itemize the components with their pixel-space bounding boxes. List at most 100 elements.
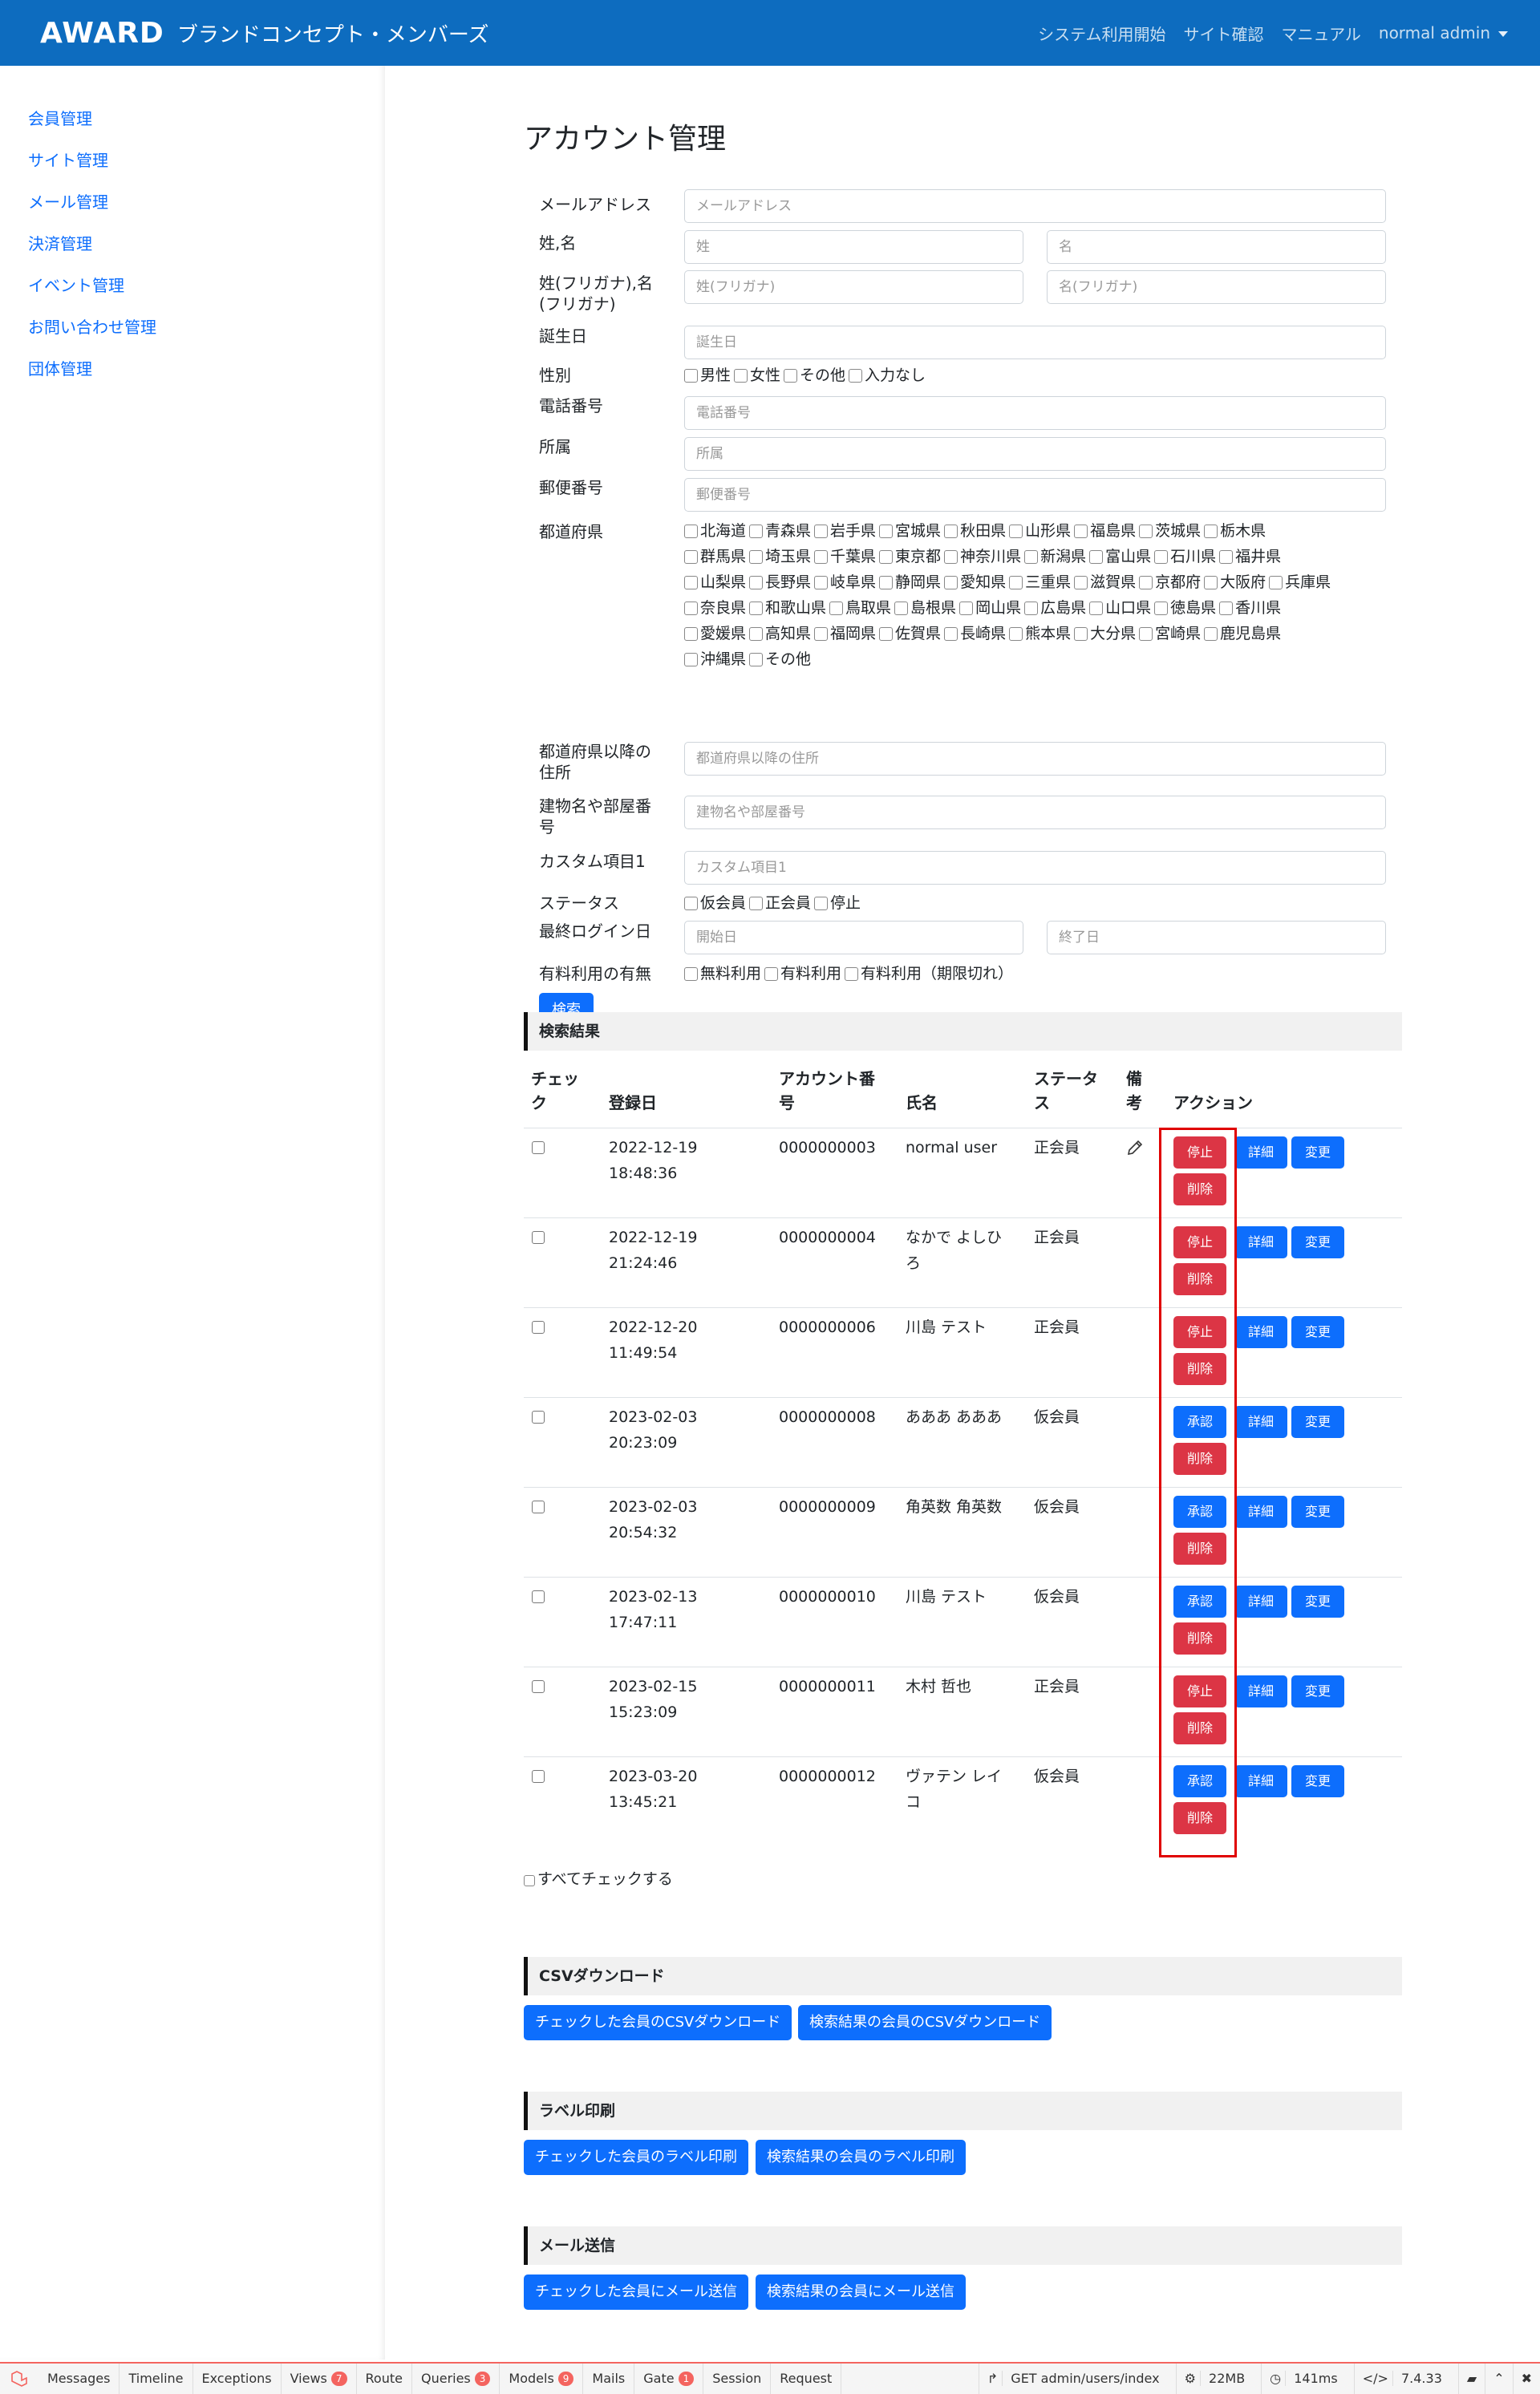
checkbox[interactable] bbox=[814, 576, 829, 589]
nav-link-system-start[interactable]: システム利用開始 bbox=[1038, 22, 1165, 45]
detail-button[interactable]: 詳細 bbox=[1234, 1406, 1287, 1438]
checkbox[interactable] bbox=[749, 653, 764, 666]
close-icon[interactable]: ✖ bbox=[1512, 2364, 1540, 2394]
change-button[interactable]: 変更 bbox=[1291, 1765, 1344, 1797]
change-button[interactable]: 変更 bbox=[1291, 1586, 1344, 1618]
sidebar-item-payments[interactable]: 決済管理 bbox=[0, 223, 385, 265]
building-input[interactable]: 建物名や部屋番号 bbox=[684, 796, 1386, 829]
prefecture-option[interactable]: 和歌山県 bbox=[749, 599, 826, 617]
checkbox[interactable] bbox=[1269, 576, 1283, 589]
checkbox[interactable] bbox=[944, 525, 958, 538]
prefecture-option[interactable]: 京都府 bbox=[1139, 573, 1201, 591]
prefecture-option[interactable]: 島根県 bbox=[894, 599, 956, 617]
debug-tab-mails[interactable]: Mails bbox=[583, 2364, 635, 2394]
prefecture-option[interactable]: 佐賀県 bbox=[879, 625, 941, 642]
checkbox[interactable] bbox=[1154, 550, 1169, 564]
change-button[interactable]: 変更 bbox=[1291, 1496, 1344, 1528]
zip-input[interactable]: 郵便番号 bbox=[684, 478, 1386, 512]
brand-logo[interactable]: AWARD bbox=[40, 17, 164, 50]
checkbox[interactable] bbox=[944, 550, 958, 564]
row-checkbox[interactable] bbox=[532, 1411, 545, 1424]
checkbox[interactable] bbox=[879, 525, 894, 538]
csv-download-checked-button[interactable]: チェックした会員のCSVダウンロード bbox=[524, 2005, 792, 2040]
csv-download-results-button[interactable]: 検索結果の会員のCSVダウンロード bbox=[798, 2005, 1052, 2040]
prefecture-option[interactable]: 岐阜県 bbox=[814, 573, 876, 591]
checkbox[interactable] bbox=[944, 627, 958, 641]
checkbox[interactable] bbox=[784, 369, 798, 383]
checkbox[interactable] bbox=[684, 627, 698, 641]
change-button[interactable]: 変更 bbox=[1291, 1406, 1344, 1438]
checkbox[interactable] bbox=[684, 525, 698, 538]
address-input[interactable]: 都道府県以降の住所 bbox=[684, 742, 1386, 776]
phone-input[interactable]: 電話番号 bbox=[684, 396, 1386, 430]
prefecture-option[interactable]: 福島県 bbox=[1074, 522, 1136, 540]
prefecture-option[interactable]: 熊本県 bbox=[1009, 625, 1071, 642]
detail-button[interactable]: 詳細 bbox=[1234, 1226, 1287, 1258]
sidebar-item-members[interactable]: 会員管理 bbox=[0, 98, 385, 140]
checkbox[interactable] bbox=[1074, 576, 1088, 589]
checkbox[interactable] bbox=[879, 627, 894, 641]
row-checkbox[interactable] bbox=[532, 1321, 545, 1334]
checkbox[interactable] bbox=[879, 576, 894, 589]
prefecture-option[interactable]: 富山県 bbox=[1089, 548, 1151, 565]
checkbox[interactable] bbox=[814, 525, 829, 538]
checkbox[interactable] bbox=[944, 576, 958, 589]
affiliation-input[interactable]: 所属 bbox=[684, 437, 1386, 471]
checkbox[interactable] bbox=[814, 550, 829, 564]
prefecture-option[interactable]: 兵庫県 bbox=[1269, 573, 1331, 591]
checkbox[interactable] bbox=[1009, 525, 1023, 538]
checkbox[interactable] bbox=[749, 576, 764, 589]
nav-link-site-check[interactable]: サイト確認 bbox=[1183, 22, 1263, 45]
prefecture-option[interactable]: 愛媛県 bbox=[684, 625, 746, 642]
gender-option-3[interactable]: 入力なし bbox=[849, 367, 926, 384]
checkbox[interactable] bbox=[749, 525, 764, 538]
email-input[interactable]: メールアドレス bbox=[684, 189, 1386, 223]
prefecture-option[interactable]: 北海道 bbox=[684, 522, 746, 540]
custom-field-input[interactable]: カスタム項目1 bbox=[684, 851, 1386, 885]
prefecture-option[interactable]: 高知県 bbox=[749, 625, 811, 642]
checkbox[interactable] bbox=[684, 576, 698, 589]
prefecture-option[interactable]: 福井県 bbox=[1219, 548, 1281, 565]
prefecture-option[interactable]: 岩手県 bbox=[814, 522, 876, 540]
debug-tab-timeline[interactable]: Timeline bbox=[120, 2364, 193, 2394]
prefecture-option[interactable]: 宮崎県 bbox=[1139, 625, 1201, 642]
status-option-0[interactable]: 仮会員 bbox=[684, 894, 746, 912]
check-all-checkbox[interactable] bbox=[524, 1875, 535, 1886]
checkbox[interactable] bbox=[749, 550, 764, 564]
change-button[interactable]: 変更 bbox=[1291, 1226, 1344, 1258]
sidebar-item-inquiries[interactable]: お問い合わせ管理 bbox=[0, 306, 385, 348]
prefecture-option[interactable]: 千葉県 bbox=[814, 548, 876, 565]
checkbox[interactable] bbox=[814, 897, 829, 910]
prefecture-option[interactable]: 徳島県 bbox=[1154, 599, 1216, 617]
checkbox[interactable] bbox=[1204, 576, 1218, 589]
prefecture-option[interactable]: 新潟県 bbox=[1024, 548, 1086, 565]
checkbox[interactable] bbox=[1074, 627, 1088, 641]
row-checkbox[interactable] bbox=[532, 1501, 545, 1513]
row-checkbox[interactable] bbox=[532, 1770, 545, 1783]
prefecture-option[interactable]: 滋賀県 bbox=[1074, 573, 1136, 591]
checkbox[interactable] bbox=[1074, 525, 1088, 538]
prefecture-option[interactable]: 秋田県 bbox=[944, 522, 1006, 540]
prefecture-option[interactable]: 栃木県 bbox=[1204, 522, 1266, 540]
paid-option-1[interactable]: 有料利用 bbox=[764, 965, 841, 982]
sidebar-item-sites[interactable]: サイト管理 bbox=[0, 140, 385, 181]
nav-link-manual[interactable]: マニュアル bbox=[1281, 22, 1360, 45]
prefecture-option[interactable]: 山形県 bbox=[1009, 522, 1071, 540]
checkbox[interactable] bbox=[1089, 550, 1104, 564]
gender-option-0[interactable]: 男性 bbox=[684, 367, 731, 384]
checkbox[interactable] bbox=[684, 550, 698, 564]
checkbox[interactable] bbox=[1139, 525, 1153, 538]
check-all[interactable]: すべてチェックする bbox=[524, 1867, 673, 1889]
checkbox[interactable] bbox=[879, 550, 894, 564]
prefecture-option[interactable]: 沖縄県 bbox=[684, 650, 746, 668]
birthday-input[interactable]: 誕生日 bbox=[684, 326, 1386, 359]
prefecture-option[interactable]: 茨城県 bbox=[1139, 522, 1201, 540]
prefecture-option[interactable]: その他 bbox=[749, 650, 811, 668]
prefecture-option[interactable]: 山口県 bbox=[1089, 599, 1151, 617]
debug-tab-models[interactable]: Models 9 bbox=[500, 2364, 584, 2394]
prefecture-option[interactable]: 大阪府 bbox=[1204, 573, 1266, 591]
prefecture-option[interactable]: 岡山県 bbox=[959, 599, 1021, 617]
prefecture-option[interactable]: 香川県 bbox=[1219, 599, 1281, 617]
detail-button[interactable]: 詳細 bbox=[1234, 1586, 1287, 1618]
pencil-icon[interactable] bbox=[1125, 1138, 1145, 1161]
